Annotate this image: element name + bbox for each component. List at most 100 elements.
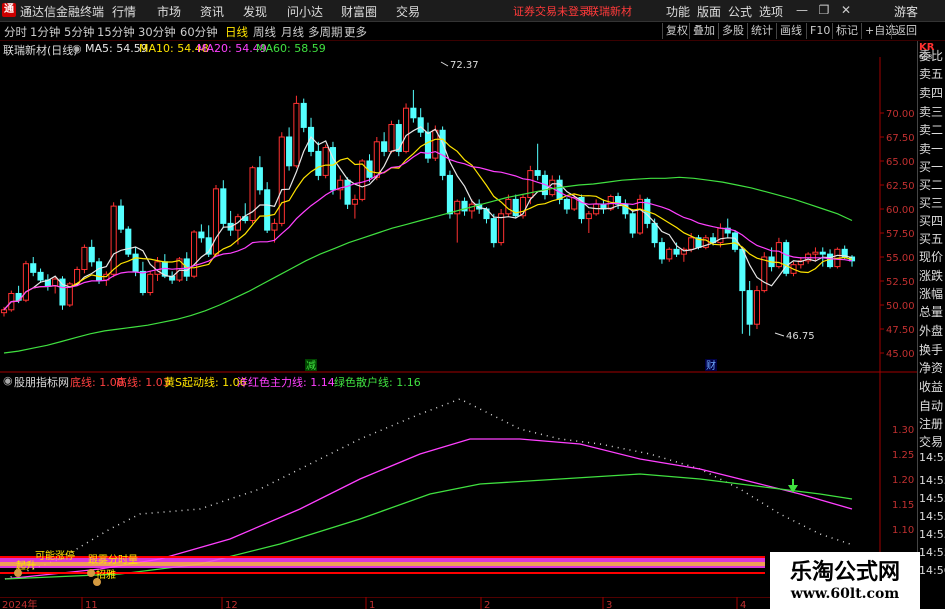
panel-item: 买二 — [919, 178, 944, 192]
period-5min[interactable]: 5分钟 — [64, 24, 94, 40]
app-title: 通达信金融终端 — [20, 5, 105, 19]
date-label: 11 — [85, 600, 98, 609]
panel-item: 总量 — [919, 305, 944, 319]
period-1min[interactable]: 1分钟 — [30, 24, 60, 40]
menu-formula[interactable]: 公式 — [728, 3, 752, 20]
period-daily[interactable]: 日线 — [225, 24, 248, 40]
indicator-tick-label: 1.30 — [892, 425, 914, 436]
panel-item[interactable]: 交易 — [919, 433, 945, 450]
candle-body — [424, 131, 432, 159]
money-bag-icon — [14, 569, 22, 577]
overlay-button[interactable]: 叠加 — [689, 23, 715, 39]
price-chart[interactable]: 70.00 67.50 65.00 62.50 60.00 57.50 55.00 52.50… — [0, 57, 917, 373]
candle-body — [212, 188, 220, 255]
stock-name: 联瑞新材(日线) — [3, 44, 78, 57]
candle-body — [30, 263, 37, 273]
indicator-tick-label: 1.10 — [892, 525, 914, 536]
date-label: 2024年 — [2, 598, 37, 609]
panel-item: 涨跌 — [919, 269, 944, 283]
candle-body — [666, 248, 673, 260]
f10-button[interactable]: F10 — [806, 23, 830, 39]
panel-item[interactable]: 注册 — [919, 415, 945, 432]
stats-button[interactable]: 统计 — [747, 23, 773, 39]
panel-item: 涨幅 — [919, 287, 944, 301]
candle-body — [139, 270, 146, 294]
candle-body — [673, 248, 680, 255]
panel-item[interactable]: 自动 — [919, 397, 945, 414]
close-icon[interactable]: ✕ — [838, 2, 854, 18]
candle-body — [636, 198, 644, 234]
period-60min[interactable]: 60分钟 — [180, 24, 218, 40]
mark-button[interactable]: 标记 — [832, 23, 858, 39]
date-label: 1 — [369, 600, 375, 609]
candle-body — [88, 246, 95, 263]
menu-discover[interactable]: 发现 — [243, 3, 267, 20]
panel-item: 买五 — [919, 232, 944, 246]
trade-time: 14:55 — [919, 528, 945, 541]
menu-function[interactable]: 功能 — [666, 3, 690, 20]
multi-stock-button[interactable]: 多股 — [718, 23, 744, 39]
candle-body — [534, 170, 541, 176]
menu-ask[interactable]: 问小达 — [287, 3, 323, 20]
candle-body — [556, 179, 563, 200]
adjust-button[interactable]: 复权 — [662, 23, 688, 39]
price-axis: 70.00 67.50 65.00 62.50 60.00 57.50 55.00 52.50… — [880, 109, 915, 360]
indicator-toggle-icon[interactable]: ◉ — [72, 42, 82, 55]
candle-body — [739, 248, 746, 292]
annotation-volume: 跟雾分时量 — [88, 554, 138, 566]
menu-layout[interactable]: 版面 — [697, 3, 721, 20]
candle-body — [125, 228, 132, 255]
menu-news[interactable]: 资讯 — [200, 3, 224, 20]
menu-trade[interactable]: 交易 — [396, 3, 420, 20]
trade-time: 14:55 — [919, 492, 945, 505]
event-mark-finance: 财 — [706, 359, 716, 372]
date-label: 12 — [225, 600, 238, 609]
panel-item: 买一 — [919, 160, 944, 174]
indicator-lines — [4, 398, 853, 580]
draw-line-button[interactable]: 画线 — [776, 23, 802, 39]
back-button[interactable]: 返回 — [891, 23, 917, 39]
menu-market[interactable]: 市场 — [157, 3, 181, 20]
ma60-label: MA60: 58.59 — [256, 42, 326, 55]
candle-body — [359, 160, 366, 200]
period-multi[interactable]: 多周期 — [308, 24, 343, 40]
candle-body — [688, 237, 695, 250]
period-tick[interactable]: 分时 — [4, 24, 27, 40]
price-tick-label: 52.50 — [886, 277, 915, 288]
candle-body — [191, 231, 198, 277]
candle-body — [410, 107, 417, 119]
candle-body — [315, 150, 322, 176]
trade-time: 14:55 — [919, 474, 945, 487]
candle-body — [753, 290, 761, 325]
candle-body — [198, 231, 205, 239]
candle-body — [0, 309, 8, 314]
price-tick-label: 67.50 — [886, 133, 915, 144]
candle-body — [381, 141, 388, 152]
panel-item: 净资 — [919, 361, 944, 375]
period-15min[interactable]: 15分钟 — [97, 24, 135, 40]
period-more[interactable]: 更多 — [344, 24, 367, 40]
period-weekly[interactable]: 周线 — [253, 24, 276, 40]
minimize-icon[interactable]: — — [794, 2, 810, 18]
login-notice[interactable]: 证券交易未登录 — [513, 3, 590, 19]
menu-quotes[interactable]: 行情 — [112, 3, 136, 20]
candle-body — [819, 251, 826, 255]
candle-body — [651, 222, 658, 244]
menu-options[interactable]: 选项 — [759, 3, 783, 20]
money-bag-icon — [87, 569, 95, 577]
candle-body — [147, 273, 154, 294]
candle-body — [110, 205, 117, 275]
candle-body — [351, 198, 358, 205]
price-tick-label: 45.00 — [886, 349, 915, 360]
period-monthly[interactable]: 月线 — [281, 24, 304, 40]
period-30min[interactable]: 30分钟 — [138, 24, 176, 40]
date-label: 3 — [606, 600, 612, 609]
period-toolbar: 分时 1分钟 5分钟 15分钟 30分钟 60分钟 日线 周线 月线 多周期 更… — [0, 22, 945, 41]
guest-label[interactable]: 游客 — [894, 3, 918, 20]
white-dotted-line — [4, 398, 851, 580]
panel-item: 卖一 — [919, 142, 944, 156]
menu-wealth[interactable]: 财富圈 — [341, 3, 377, 20]
restore-icon[interactable]: ❐ — [816, 2, 832, 18]
watermark-url: www.60lt.com — [790, 586, 900, 602]
candle-body — [286, 136, 293, 167]
